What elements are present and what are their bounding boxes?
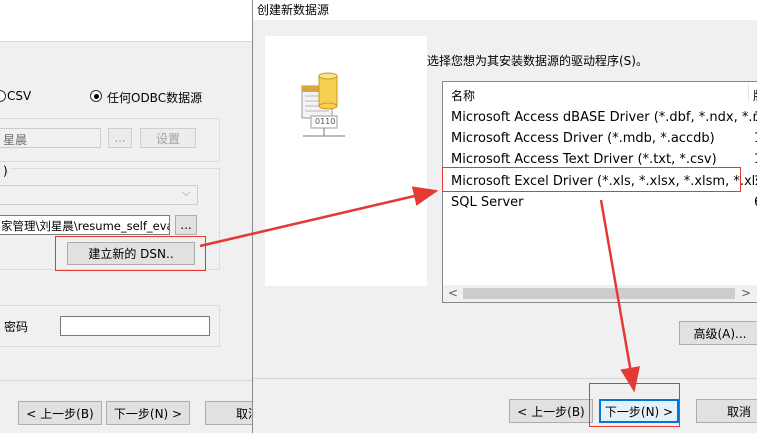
list-item[interactable]: SQL Server <box>451 195 524 210</box>
back-dialog-header <box>0 0 262 42</box>
back-dialog-back-button[interactable]: < 上一步(B) <box>18 401 102 425</box>
front-dialog-title: 创建新数据源 <box>257 3 330 17</box>
front-dialog-cancel-button[interactable]: 取消 <box>696 399 757 423</box>
browse-button-disabled[interactable]: ... <box>108 128 132 148</box>
settings-button[interactable]: 设置 <box>140 128 196 148</box>
back-dialog: CSV 任何ODBC数据源 星晨 ... 设置 ) ⌵ 家管理\刘星晨\resu… <box>0 0 275 433</box>
radio-csv[interactable] <box>0 90 6 102</box>
password-field[interactable] <box>60 316 210 336</box>
front-dialog-titlebar: 创建新数据源 <box>253 0 757 20</box>
front-dialog-separator <box>253 378 757 379</box>
scroll-right-arrow-icon[interactable]: > <box>741 286 751 300</box>
front-dialog: 创建新数据源 0110 选择您想为其安装数据源的驱动程序(S)。 名称 版 Mi… <box>252 0 757 433</box>
password-label: 密码 <box>4 320 29 334</box>
group-2-label-fragment: ) <box>1 164 10 178</box>
radio-odbc[interactable] <box>90 90 102 102</box>
list-item[interactable]: Microsoft Access Text Driver (*.txt, *.c… <box>451 152 717 167</box>
path-browse-button[interactable]: ... <box>175 215 197 235</box>
driver-list[interactable]: 名称 版 Microsoft Access dBASE Driver (*.db… <box>442 81 757 303</box>
annotation-box-excel-driver <box>442 167 741 192</box>
chevron-down-icon: ⌵ <box>182 186 191 199</box>
advanced-button[interactable]: 高级(A)... <box>679 321 757 345</box>
horizontal-scrollbar[interactable]: < > <box>443 285 757 302</box>
dsn-combobox[interactable]: ⌵ <box>0 185 198 205</box>
scrollbar-thumb[interactable] <box>463 288 735 299</box>
front-dialog-back-button[interactable]: < 上一步(B) <box>509 399 593 423</box>
path-field[interactable]: 家管理\刘星晨\resume_self_evalu <box>0 215 170 235</box>
radio-csv-label: CSV <box>7 89 32 103</box>
scroll-left-arrow-icon[interactable]: < <box>448 286 458 300</box>
annotation-box-next <box>589 383 680 427</box>
radio-odbc-label: 任何ODBC数据源 <box>107 91 203 105</box>
radio-odbc-dot <box>93 93 99 99</box>
back-dialog-separator <box>0 380 262 381</box>
instruction-label: 选择您想为其安装数据源的驱动程序(S)。 <box>427 54 648 68</box>
back-dialog-next-button[interactable]: 下一步(N) > <box>106 401 190 425</box>
column-header-version[interactable]: 版 <box>753 87 757 104</box>
annotation-box-new-dsn <box>55 236 206 271</box>
list-item[interactable]: Microsoft Access Driver (*.mdb, *.accdb) <box>451 131 715 146</box>
database-illustration-icon: 0110 <box>299 72 349 140</box>
disabled-text-field[interactable]: 星晨 <box>0 128 101 148</box>
list-item[interactable]: Microsoft Access dBASE Driver (*.dbf, *.… <box>451 110 757 125</box>
illustration-binary-text: 0110 <box>315 117 336 126</box>
column-header-divider <box>748 84 749 102</box>
column-header-name[interactable]: 名称 <box>451 87 475 104</box>
